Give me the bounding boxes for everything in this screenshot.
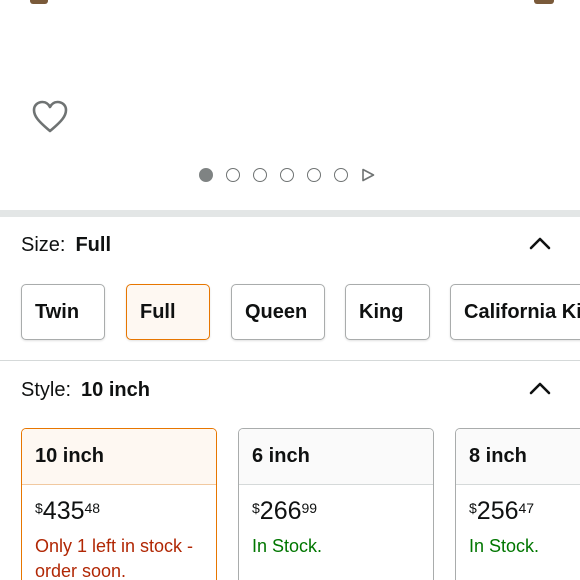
chevron-up-icon[interactable]	[529, 381, 551, 395]
price-fraction: 48	[84, 500, 101, 516]
size-options: Twin Full Queen King California King	[0, 284, 580, 340]
stock-status: Only 1 left in stock - order soon.	[35, 536, 194, 580]
size-option-california-king[interactable]: California King	[450, 284, 580, 340]
size-option-label: California King	[464, 300, 580, 323]
price-fraction: 47	[518, 500, 535, 516]
size-selected-value: Full	[75, 234, 112, 256]
style-option-10-inch[interactable]: 10 inch $435 48 Only 1 left in stock - or…	[21, 428, 217, 580]
price-whole: 256	[476, 497, 519, 525]
size-option-king[interactable]: King	[345, 284, 430, 340]
price-currency: $	[252, 500, 260, 516]
style-selected-value: 10 inch	[81, 379, 150, 401]
product-image-edge	[534, 0, 554, 4]
gallery-dot[interactable]	[226, 168, 240, 182]
gallery-dot[interactable]	[280, 168, 294, 182]
stock-status: In Stock.	[469, 536, 540, 556]
price-currency: $	[35, 500, 43, 516]
gallery-pagination	[199, 167, 375, 183]
style-option-name: 6 inch	[239, 429, 433, 485]
section-divider	[0, 210, 580, 217]
style-option-name: 10 inch	[22, 429, 216, 485]
size-option-label: Queen	[245, 300, 308, 323]
price: $435 48	[35, 499, 203, 524]
product-detail-page: Size: Full Twin Full Queen King Californi…	[0, 0, 580, 580]
play-icon[interactable]	[361, 168, 375, 182]
size-header: Size: Full	[21, 234, 111, 257]
price-fraction: 99	[301, 500, 318, 516]
size-label: Size:	[21, 234, 66, 256]
style-option-name: 8 inch	[456, 429, 580, 485]
size-option-label: King	[359, 300, 404, 323]
size-option-label: Twin	[35, 300, 80, 323]
style-option-8-inch[interactable]: 8 inch $256 47 In Stock.	[455, 428, 580, 580]
price-currency: $	[469, 500, 477, 516]
gallery-dot[interactable]	[334, 168, 348, 182]
style-option-6-inch[interactable]: 6 inch $266 99 In Stock.	[238, 428, 434, 580]
size-option-full[interactable]: Full	[126, 284, 210, 340]
stock-status: In Stock.	[252, 536, 323, 556]
product-image-edge	[30, 0, 48, 4]
gallery-dot[interactable]	[199, 168, 213, 182]
section-divider	[0, 360, 580, 361]
size-option-label: Full	[140, 300, 176, 323]
price: $256 47	[469, 499, 580, 524]
product-image-gallery[interactable]	[0, 0, 580, 210]
heart-icon[interactable]	[32, 100, 68, 134]
gallery-dot[interactable]	[307, 168, 321, 182]
price-whole: 435	[42, 497, 85, 525]
style-header: Style: 10 inch	[21, 379, 150, 402]
gallery-dot[interactable]	[253, 168, 267, 182]
price: $266 99	[252, 499, 420, 524]
size-option-twin[interactable]: Twin	[21, 284, 105, 340]
size-option-queen[interactable]: Queen	[231, 284, 325, 340]
price-whole: 266	[259, 497, 302, 525]
chevron-up-icon[interactable]	[529, 236, 551, 250]
style-label: Style:	[21, 379, 72, 401]
